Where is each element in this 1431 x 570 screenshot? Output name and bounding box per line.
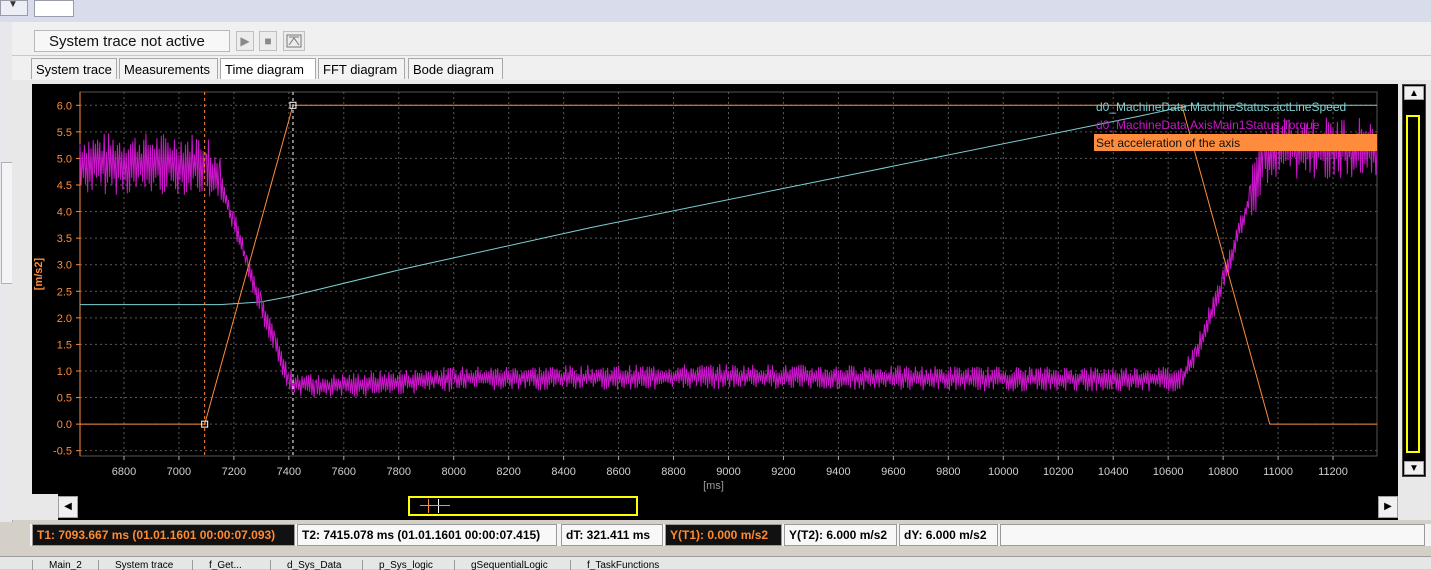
x-tick-label: 11000 bbox=[1263, 466, 1293, 478]
x-tick-label: 9600 bbox=[881, 466, 905, 478]
x-tick-label: 10200 bbox=[1043, 466, 1074, 478]
y-axis-label: [m/s2] bbox=[33, 257, 45, 290]
chart-svg: -0.5 0.0 0.5 1.0 1.5 2.0 2.5 3.0 3.5 4.0 4.5 5.0 5.5… bbox=[33, 91, 1378, 492]
y-tick-label: 0.0 bbox=[57, 419, 72, 431]
editor-tab-task-functions[interactable]: f_TaskFunctions bbox=[570, 560, 682, 570]
y-tick-label: 4.0 bbox=[57, 207, 72, 219]
play-icon: ▶ bbox=[240, 34, 250, 48]
cursor-marker-t1 bbox=[428, 499, 429, 513]
cursor-range-line bbox=[420, 505, 450, 506]
scroll-up-button[interactable]: ▲ bbox=[1404, 86, 1424, 100]
time-diagram-chart[interactable]: -0.5 0.0 0.5 1.0 1.5 2.0 2.5 3.0 3.5 4.0 4.5 5.0 5.5… bbox=[32, 84, 1398, 494]
export-icon bbox=[286, 34, 302, 48]
x-tick-label: 9800 bbox=[936, 466, 960, 478]
triangle-left-icon: ◀ bbox=[64, 501, 72, 512]
tab-time-diagram[interactable]: Time diagram bbox=[220, 58, 316, 79]
export-button[interactable] bbox=[283, 31, 305, 51]
editor-tab-d-sys-data[interactable]: d_Sys_Data bbox=[270, 560, 356, 570]
tab-fft-diagram[interactable]: FFT diagram bbox=[318, 58, 405, 79]
scroll-right-button[interactable]: ▶ bbox=[1378, 496, 1398, 518]
top-input-box[interactable] bbox=[34, 0, 74, 17]
tab-system-trace[interactable]: System trace bbox=[31, 58, 117, 79]
x-tick-label: 8600 bbox=[606, 466, 630, 478]
triangle-down-icon: ▼ bbox=[1409, 463, 1419, 474]
x-tick-label: 9400 bbox=[826, 466, 850, 478]
thumb-right-edge bbox=[1418, 117, 1420, 451]
yt2-readout: Y(T2): 6.000 m/s2 bbox=[784, 524, 897, 546]
editor-tab-p-sys-logic[interactable]: p_Sys_logic bbox=[362, 560, 448, 570]
x-tick-label: 10600 bbox=[1153, 466, 1184, 478]
x-tick-label: 10800 bbox=[1208, 466, 1239, 478]
dy-readout: dY: 6.000 m/s2 bbox=[899, 524, 998, 546]
top-strip bbox=[0, 0, 1431, 23]
play-button[interactable]: ▶ bbox=[236, 31, 254, 51]
status-empty-cell bbox=[1000, 524, 1425, 546]
triangle-right-icon: ▶ bbox=[1384, 501, 1392, 512]
x-tick-label: 9200 bbox=[771, 466, 795, 478]
chevron-down-icon: ▼ bbox=[8, 0, 18, 10]
editor-tab-sequential-logic[interactable]: gSequentialLogic bbox=[454, 560, 566, 570]
y-tick-label: 1.5 bbox=[57, 339, 72, 351]
y-tick-label: 6.0 bbox=[57, 100, 72, 112]
horizontal-range-thumb[interactable] bbox=[408, 496, 638, 516]
y-tick-label: 4.5 bbox=[57, 180, 72, 192]
x-tick-label: 10000 bbox=[988, 466, 1019, 478]
editor-tab-main[interactable]: Main_2 bbox=[32, 560, 90, 570]
stop-icon: ■ bbox=[264, 34, 272, 48]
x-tick-label: 8400 bbox=[551, 466, 575, 478]
chart-vertical-scrollbar[interactable]: ▲ ▼ bbox=[1402, 84, 1426, 477]
top-dropdown[interactable]: ▼ bbox=[0, 0, 28, 16]
y-tick-label: 5.0 bbox=[57, 153, 72, 165]
vertical-range-thumb[interactable] bbox=[1406, 115, 1420, 453]
scroll-left-button[interactable]: ◀ bbox=[58, 496, 78, 518]
triangle-up-icon: ▲ bbox=[1409, 88, 1419, 99]
x-tick-label: 7400 bbox=[277, 466, 301, 478]
legend-line-speed: d0_MachineData.MachineStatus.actLineSpee… bbox=[1096, 100, 1346, 114]
x-tick-label: 6800 bbox=[112, 466, 136, 478]
legend-torque: d0_MachineData.AxisMain1Status.Torque bbox=[1096, 118, 1320, 132]
x-tick-label: 8200 bbox=[496, 466, 520, 478]
cursor-marker-t2 bbox=[438, 499, 439, 513]
yt1-readout: Y(T1): 0.000 m/s2 bbox=[665, 524, 782, 546]
x-tick-label: 8800 bbox=[661, 466, 685, 478]
dt-readout: dT: 321.411 ms bbox=[561, 524, 663, 546]
x-tick-label: 7000 bbox=[167, 466, 191, 478]
t1-readout: T1: 7093.667 ms (01.01.1601 00:00:07.093… bbox=[32, 524, 295, 546]
x-tick-label: 8000 bbox=[441, 466, 465, 478]
x-tick-label: 11200 bbox=[1318, 466, 1348, 478]
editor-tab-f-get[interactable]: f_Get... bbox=[192, 560, 264, 570]
x-tick-label: 7200 bbox=[222, 466, 246, 478]
y-tick-label: 5.5 bbox=[57, 127, 72, 139]
y-tick-label: 1.0 bbox=[57, 366, 72, 378]
tab-measurements[interactable]: Measurements bbox=[119, 58, 218, 79]
t2-readout: T2: 7415.078 ms (01.01.1601 00:00:07.415… bbox=[297, 524, 557, 546]
scroll-down-button[interactable]: ▼ bbox=[1404, 461, 1424, 475]
y-tick-label: -0.5 bbox=[53, 446, 72, 458]
x-tick-label: 7800 bbox=[387, 466, 411, 478]
x-tick-label: 9000 bbox=[716, 466, 740, 478]
y-tick-label: 3.5 bbox=[57, 233, 72, 245]
x-tick-label: 10400 bbox=[1098, 466, 1129, 478]
editor-tab-system-trace[interactable]: System trace bbox=[98, 560, 186, 570]
tab-bode-diagram[interactable]: Bode diagram bbox=[408, 58, 503, 79]
y-tick-label: 3.0 bbox=[57, 260, 72, 272]
x-axis-label: [ms] bbox=[703, 480, 724, 492]
chart-horizontal-scrollbar[interactable]: ◀ ▶ bbox=[58, 494, 1398, 520]
y-tick-label: 0.5 bbox=[57, 393, 72, 405]
stop-button[interactable]: ■ bbox=[259, 31, 277, 51]
y-tick-label: 2.0 bbox=[57, 313, 72, 325]
x-tick-label: 7600 bbox=[332, 466, 356, 478]
y-tick-label: 2.5 bbox=[57, 286, 72, 298]
thumb-left-edge bbox=[1406, 117, 1408, 451]
trace-status-field: System trace not active bbox=[34, 30, 230, 52]
legend-set-acceleration: Set acceleration of the axis bbox=[1096, 136, 1240, 150]
